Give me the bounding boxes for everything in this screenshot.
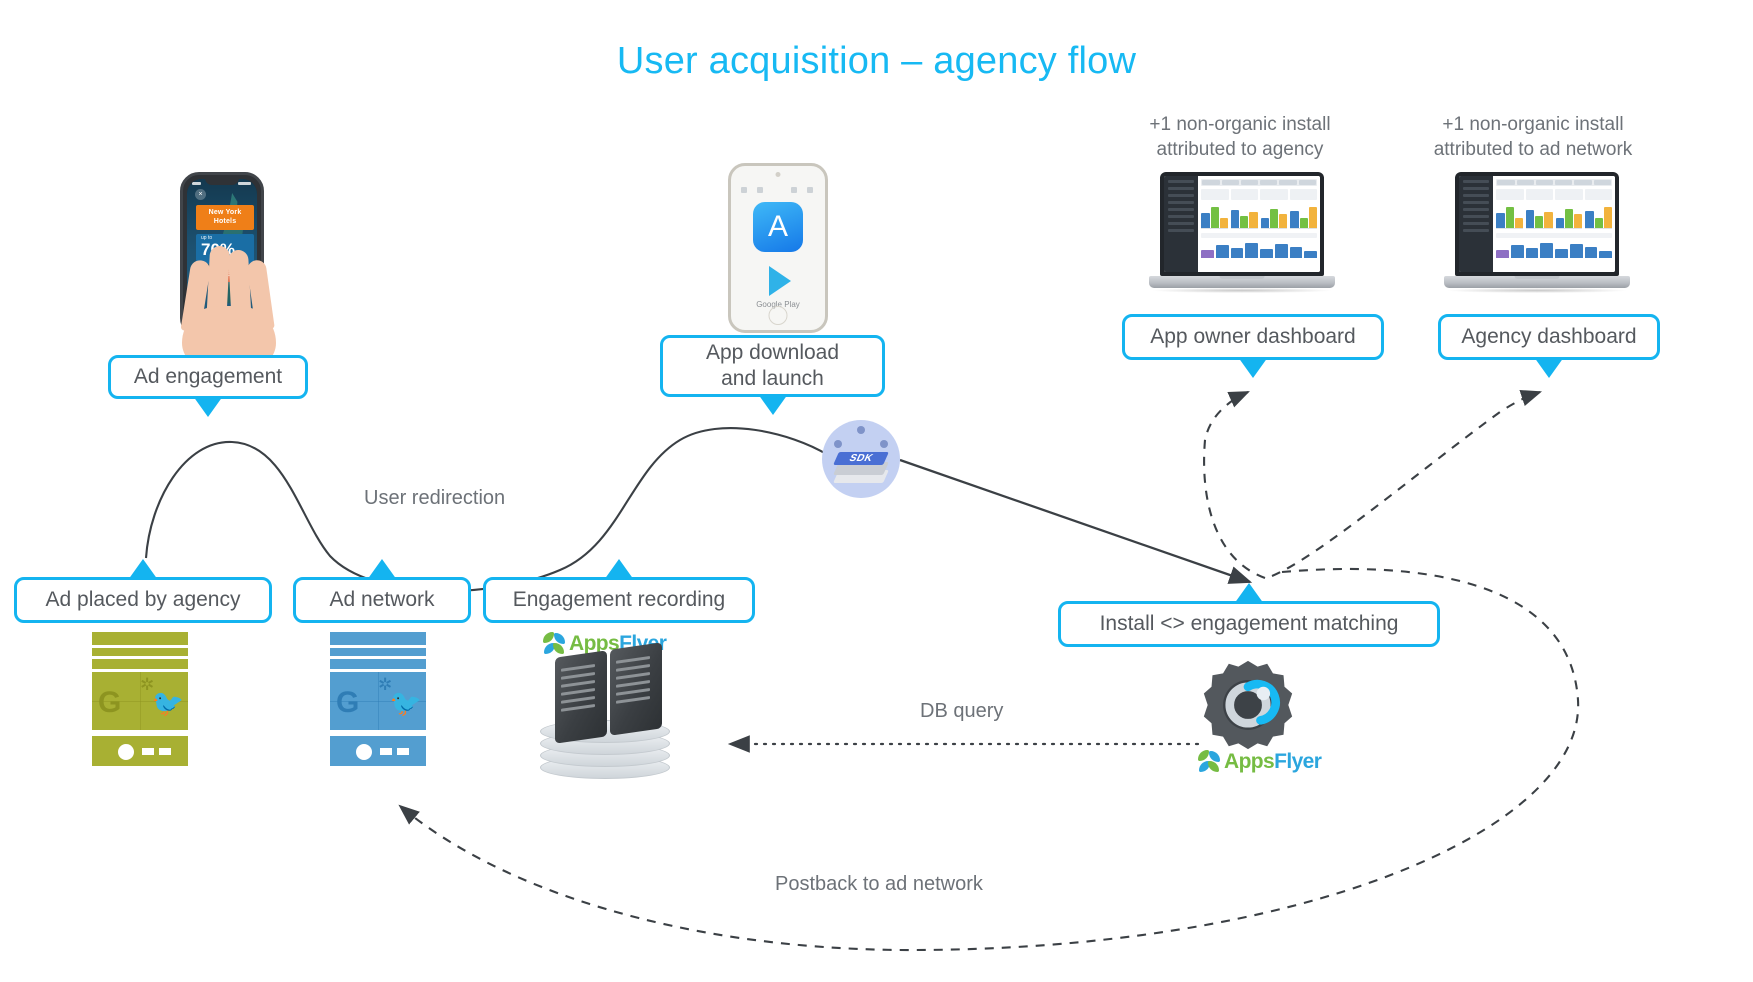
sdk-label: SDK	[847, 453, 875, 464]
callout-label: Install <> engagement matching	[1099, 612, 1399, 636]
callout-ad-placed-by-agency[interactable]: Ad placed by agency	[14, 559, 272, 623]
callout-pointer	[128, 559, 158, 580]
label-postback: Postback to ad network	[775, 873, 983, 895]
sdk-node	[880, 440, 888, 448]
callout-pointer	[1534, 357, 1564, 378]
sdk-icon: SDK	[822, 420, 900, 498]
callout-ad-engagement[interactable]: Ad engagement	[108, 355, 308, 417]
sdk-node	[857, 426, 865, 434]
callout-label: Ad placed by agency	[45, 588, 241, 612]
callout-pointer	[757, 394, 788, 415]
sdk-node	[834, 440, 842, 448]
label-db-query: DB query	[920, 700, 1004, 722]
callout-pointer	[1238, 357, 1268, 378]
callout-label: Ad engagement	[133, 365, 283, 389]
callout-engagement-recording[interactable]: Engagement recording	[483, 559, 755, 623]
label-user-redirection: User redirection	[364, 487, 506, 509]
callout-install-matching[interactable]: Install <> engagement matching	[1058, 583, 1440, 647]
callout-agency-dashboard[interactable]: Agency dashboard	[1438, 314, 1660, 378]
callout-pointer	[604, 559, 634, 580]
callout-pointer	[367, 559, 397, 580]
callout-ad-network[interactable]: Ad network	[293, 559, 471, 623]
callout-label: Engagement recording	[512, 588, 726, 612]
callout-label: Ad network	[329, 588, 435, 612]
callout-label: App download and launch	[705, 341, 840, 390]
callout-label: Agency dashboard	[1461, 325, 1637, 349]
diagram-canvas: User acquisition – agency flow × New Yor…	[0, 0, 1753, 982]
callout-pointer	[1234, 583, 1264, 604]
callout-pointer	[193, 396, 223, 417]
callout-app-download[interactable]: App download and launch	[660, 335, 885, 415]
callout-label: App owner dashboard	[1150, 325, 1356, 349]
callout-app-owner-dashboard[interactable]: App owner dashboard	[1122, 314, 1384, 378]
